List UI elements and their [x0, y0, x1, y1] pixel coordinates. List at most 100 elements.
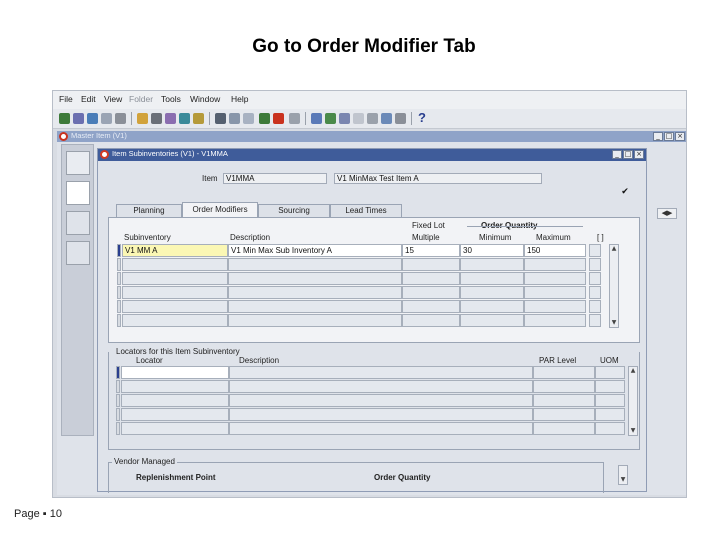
dff-cell[interactable]	[589, 300, 601, 313]
menu-tools[interactable]: Tools	[161, 94, 181, 104]
item-description-field[interactable]: V1 MinMax Test Item A	[334, 173, 542, 184]
record-indicator[interactable]	[116, 408, 120, 421]
cut-icon[interactable]	[215, 113, 226, 124]
record-indicator[interactable]	[117, 314, 121, 327]
fixed-lot-multiple-cell[interactable]: 15	[402, 244, 460, 257]
dff-cell[interactable]	[589, 258, 601, 271]
minimize-icon[interactable]: _	[653, 132, 663, 141]
par-level-cell[interactable]	[533, 366, 595, 379]
minimum-cell[interactable]	[460, 314, 524, 327]
minimum-cell[interactable]	[460, 286, 524, 299]
help-icon[interactable]: ?	[418, 110, 426, 125]
maximum-cell[interactable]: 150	[524, 244, 586, 257]
description-cell[interactable]	[228, 314, 402, 327]
scroll-up-icon[interactable]: ▲	[610, 245, 618, 253]
subinventory-cell[interactable]	[122, 258, 228, 271]
scroll-down-icon[interactable]: ▼	[610, 319, 618, 327]
attachments-icon[interactable]	[353, 113, 364, 124]
clear-record-icon[interactable]	[289, 113, 300, 124]
minimum-cell[interactable]: 30	[460, 244, 524, 257]
checkbox-icon[interactable]: ✔	[620, 188, 630, 198]
menu-folder[interactable]: Folder	[129, 94, 153, 104]
save-and-proceed-icon[interactable]	[151, 113, 162, 124]
find-icon[interactable]	[73, 113, 84, 124]
locator-description-cell[interactable]	[229, 394, 533, 407]
locator-cell[interactable]	[121, 380, 229, 393]
tab-planning[interactable]: Planning	[116, 204, 182, 217]
delete-record-icon[interactable]	[273, 113, 284, 124]
print-icon[interactable]	[115, 113, 126, 124]
uom-cell[interactable]	[595, 408, 625, 421]
menu-file[interactable]: File	[59, 94, 73, 104]
description-cell[interactable]	[228, 272, 402, 285]
locator-cell[interactable]	[121, 408, 229, 421]
folder-tool-icon[interactable]	[66, 151, 90, 175]
locator-cell[interactable]	[121, 366, 229, 379]
par-level-cell[interactable]	[533, 408, 595, 421]
maximize-icon[interactable]: □	[623, 150, 633, 159]
record-indicator[interactable]	[116, 422, 120, 435]
fixed-lot-multiple-cell[interactable]	[402, 314, 460, 327]
save-icon[interactable]	[101, 113, 112, 124]
navigator-icon[interactable]	[87, 113, 98, 124]
subinventory-cell[interactable]	[122, 272, 228, 285]
locator-description-cell[interactable]	[229, 408, 533, 421]
window-help-icon[interactable]	[381, 113, 392, 124]
description-cell[interactable]: V1 Min Max Sub Inventory A	[228, 244, 402, 257]
record-indicator[interactable]	[117, 272, 121, 285]
locator-cell[interactable]	[121, 422, 229, 435]
tab-order-modifiers[interactable]: Order Modifiers	[182, 202, 258, 217]
maximum-cell[interactable]	[524, 286, 586, 299]
fixed-lot-multiple-cell[interactable]	[402, 258, 460, 271]
folder-icon[interactable]	[193, 113, 204, 124]
uom-cell[interactable]	[595, 422, 625, 435]
copy-icon[interactable]	[229, 113, 240, 124]
tab-sourcing[interactable]: Sourcing	[258, 204, 330, 217]
subinventory-cell[interactable]	[122, 300, 228, 313]
minimum-cell[interactable]	[460, 272, 524, 285]
locators-scrollbar[interactable]: ▲ ▼	[628, 366, 638, 436]
subinventory-cell[interactable]	[122, 286, 228, 299]
open-folder-icon[interactable]	[137, 113, 148, 124]
close-form-icon[interactable]	[165, 113, 176, 124]
fixed-lot-multiple-cell[interactable]	[402, 300, 460, 313]
details-icon[interactable]	[66, 241, 90, 265]
record-indicator[interactable]	[117, 286, 121, 299]
locator-description-cell[interactable]	[229, 422, 533, 435]
attributes-icon[interactable]	[66, 211, 90, 235]
scroll-up-icon[interactable]: ▲	[629, 367, 637, 375]
scroll-down-icon[interactable]: ▼	[629, 427, 637, 435]
subinventory-scrollbar[interactable]: ▲ ▼	[609, 244, 619, 328]
par-level-cell[interactable]	[533, 380, 595, 393]
close-icon[interactable]: ×	[675, 132, 685, 141]
fixed-lot-multiple-cell[interactable]	[402, 272, 460, 285]
minimum-cell[interactable]	[460, 300, 524, 313]
new-icon[interactable]	[59, 113, 70, 124]
dff-cell[interactable]	[589, 244, 601, 257]
scroll-down-icon[interactable]: ▼	[619, 476, 627, 484]
uom-cell[interactable]	[595, 380, 625, 393]
maximum-cell[interactable]	[524, 314, 586, 327]
window-icon[interactable]	[179, 113, 190, 124]
dff-cell[interactable]	[589, 272, 601, 285]
tab-lead-times[interactable]: Lead Times	[330, 204, 402, 217]
close-icon[interactable]: ×	[634, 150, 644, 159]
paste-icon[interactable]	[243, 113, 254, 124]
menu-window[interactable]: Window	[190, 94, 220, 104]
zoom-icon[interactable]	[325, 113, 336, 124]
list-view-icon[interactable]	[66, 181, 90, 205]
menu-view[interactable]: View	[104, 94, 122, 104]
uom-cell[interactable]	[595, 394, 625, 407]
locator-cell[interactable]	[121, 394, 229, 407]
locator-description-cell[interactable]	[229, 366, 533, 379]
description-cell[interactable]	[228, 286, 402, 299]
scroll-arrows-icon[interactable]: ◀▶	[657, 208, 677, 219]
record-history-icon[interactable]	[395, 113, 406, 124]
dff-cell[interactable]	[589, 286, 601, 299]
subinventory-cell[interactable]	[122, 314, 228, 327]
fixed-lot-multiple-cell[interactable]	[402, 286, 460, 299]
par-level-cell[interactable]	[533, 422, 595, 435]
record-indicator[interactable]	[117, 258, 121, 271]
maximize-icon[interactable]: □	[664, 132, 674, 141]
translations-icon[interactable]	[339, 113, 350, 124]
